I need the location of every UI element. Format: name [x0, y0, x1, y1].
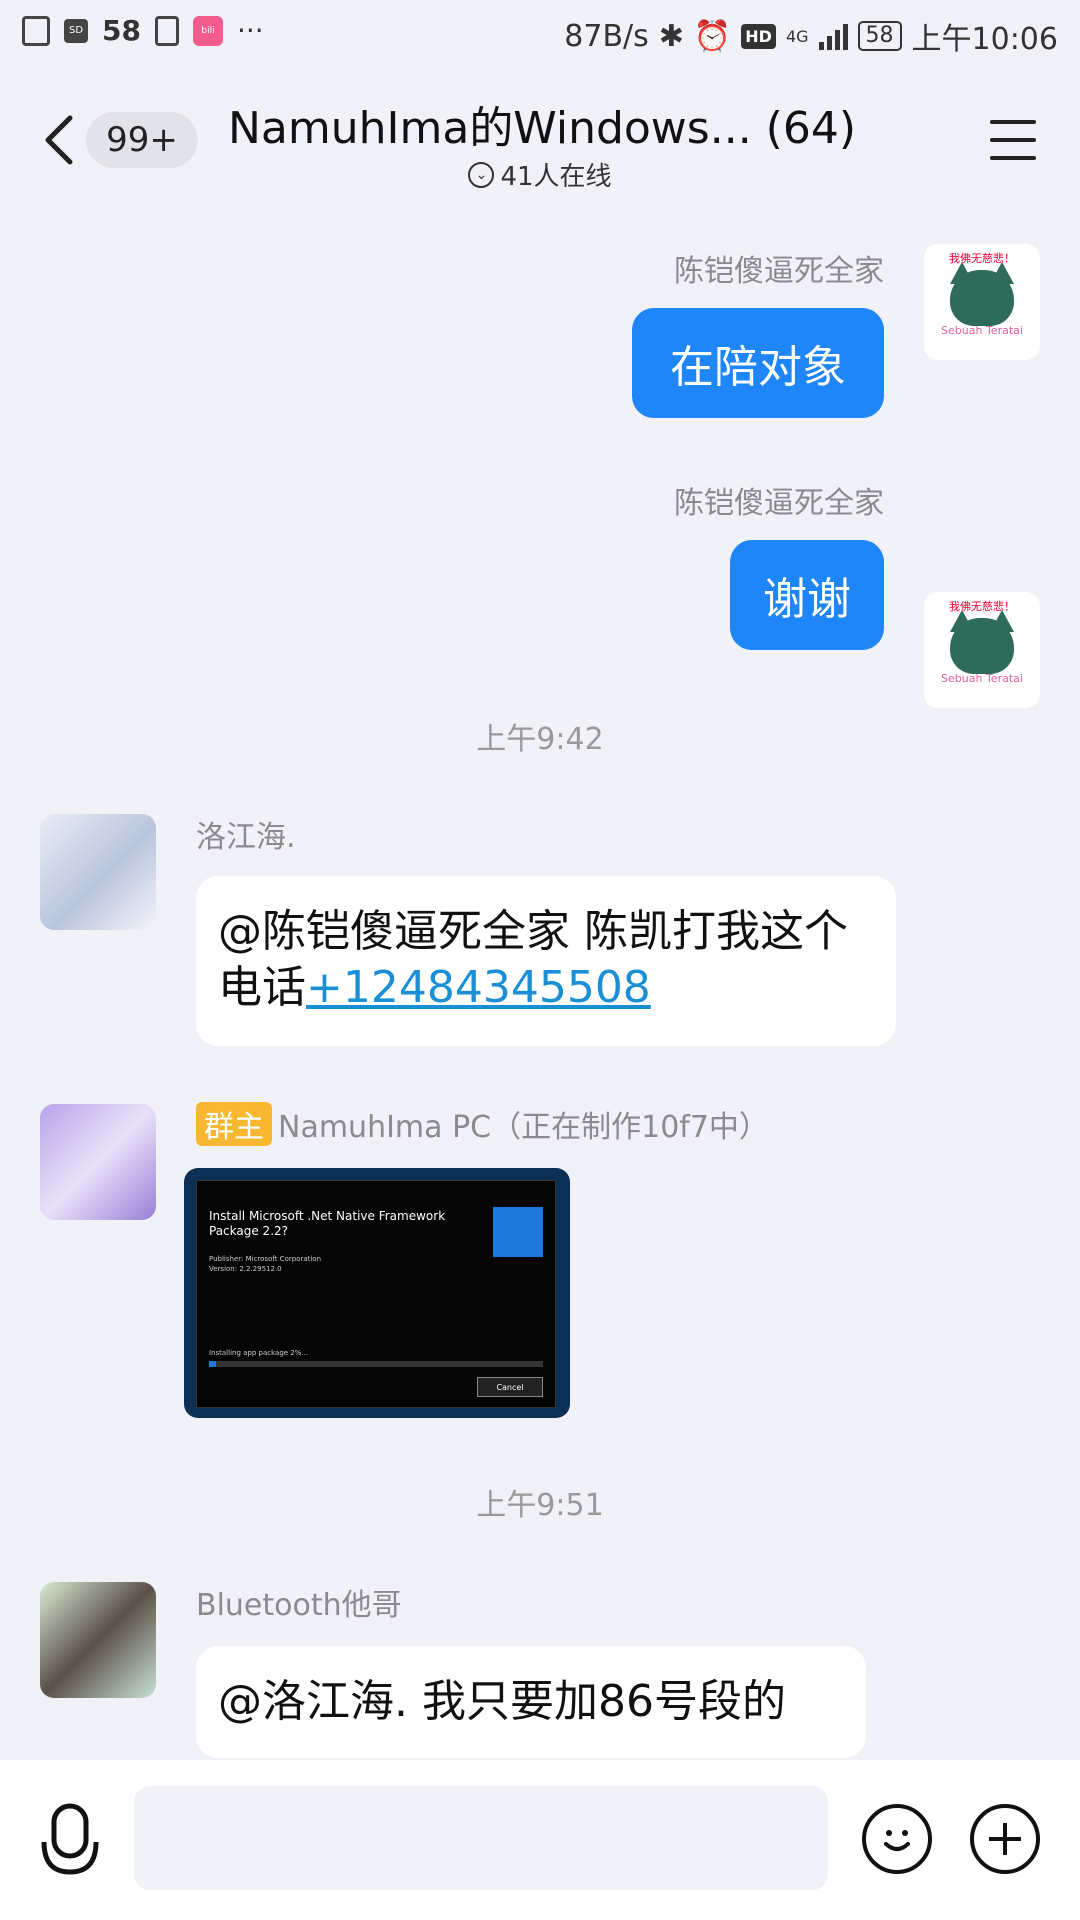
network-speed: 87B/s [564, 18, 649, 54]
sticker-text-bottom: Sebuah Teratai [941, 324, 1023, 337]
file-icon [22, 15, 50, 46]
menu-icon-line [990, 138, 1036, 142]
chat-title[interactable]: NamuhIma的Windows... (64) [228, 92, 856, 156]
chat-header: 99+ NamuhIma的Windows... (64) ⌄ 41人在线 [0, 70, 1080, 200]
online-status[interactable]: ⌄ 41人在线 [0, 156, 1080, 193]
message-sender: 陈铠傻逼死全家 [674, 254, 884, 289]
sd-card-icon: SD [64, 18, 88, 43]
installer-status: Installing app package 2%... [209, 1349, 309, 1357]
emoji-button[interactable] [862, 1804, 932, 1874]
avatar[interactable]: 我佛无慈悲！ Sebuah Teratai [924, 244, 1040, 360]
sticker-text-top: 我佛无慈悲！ [949, 252, 1015, 265]
message-bubble[interactable]: @陈铠傻逼死全家 陈凯打我这个电话+12484345508 [196, 876, 896, 1046]
avatar[interactable] [40, 814, 156, 930]
chevron-down-icon: ⌄ [468, 161, 495, 188]
message-sender: Bluetooth他哥 [196, 1588, 402, 1623]
phone-link[interactable]: +12484345508 [306, 962, 651, 1013]
menu-icon-line [990, 156, 1036, 160]
input-bar [0, 1760, 1080, 1920]
message-bubble[interactable]: 在陪对象 [632, 308, 884, 418]
sticker-text-bottom: Sebuah Teratai [941, 672, 1023, 685]
status-left: SD 58 bili ··· [22, 14, 264, 47]
chat-area[interactable]: 陈铠傻逼死全家 在陪对象 我佛无慈悲！ Sebuah Teratai 陈铠傻逼死… [0, 200, 1080, 1760]
install-progress-fill [209, 1361, 216, 1367]
clock: 上午10:06 [911, 22, 1058, 57]
online-count: 41人在线 [500, 162, 612, 192]
installer-title: Install Microsoft .Net Native Framework … [209, 1209, 446, 1238]
notification-icon [154, 15, 179, 46]
notification-count: 58 [102, 14, 141, 47]
installer-publisher: Publisher: Microsoft Corporation [209, 1255, 322, 1263]
message-sender: NamuhIma PC（正在制作10f7中） [278, 1110, 769, 1145]
smile-icon [884, 1830, 910, 1851]
sticker-cat [950, 270, 1014, 326]
message-bubble[interactable]: @洛江海. 我只要加86号段的 [196, 1646, 866, 1758]
message-input[interactable] [134, 1786, 828, 1890]
install-progress-bar [209, 1361, 543, 1367]
status-right: 87B/s ✱ ⏰ HD 4G 58 上午10:06 [564, 14, 1058, 58]
plus-button[interactable] [970, 1804, 1040, 1874]
app-icon [493, 1207, 543, 1257]
avatar[interactable]: 我佛无慈悲！ Sebuah Teratai [924, 592, 1040, 708]
image-message[interactable]: Install Microsoft .Net Native Framework … [184, 1168, 570, 1418]
avatar[interactable] [40, 1582, 156, 1698]
timestamp: 上午9:51 [476, 1488, 604, 1523]
menu-button[interactable] [990, 120, 1036, 160]
message-bubble[interactable]: 谢谢 [730, 540, 884, 650]
message-sender: 陈铠傻逼死全家 [674, 486, 884, 521]
sticker-cat [950, 618, 1014, 674]
signal-icon [818, 22, 848, 50]
plus-icon [989, 1823, 1021, 1855]
alarm-icon: ⏰ [693, 18, 732, 54]
message-sender-row: 群主 NamuhIma PC（正在制作10f7中） [196, 1102, 769, 1146]
battery-level: 58 [857, 21, 902, 51]
group-owner-badge: 群主 [196, 1102, 272, 1146]
bilibili-icon: bili [192, 15, 223, 46]
bluetooth-icon: ✱ [658, 18, 684, 54]
status-bar: SD 58 bili ··· 87B/s ✱ ⏰ HD 4G 58 上午10:0… [0, 0, 1080, 70]
network-type: 4G [785, 26, 809, 46]
hd-icon: HD [741, 23, 776, 49]
sticker-text-top: 我佛无慈悲！ [949, 600, 1015, 613]
menu-icon-line [990, 120, 1036, 124]
avatar[interactable] [40, 1104, 156, 1220]
more-notifications-icon: ··· [236, 14, 264, 47]
cancel-button: Cancel [477, 1377, 543, 1397]
installer-version: Version: 2.2.29512.0 [209, 1265, 282, 1273]
message-sender: 洛江海. [196, 820, 296, 855]
microphone-icon[interactable] [40, 1802, 100, 1882]
timestamp: 上午9:42 [476, 722, 604, 757]
installer-window: Install Microsoft .Net Native Framework … [196, 1180, 556, 1408]
